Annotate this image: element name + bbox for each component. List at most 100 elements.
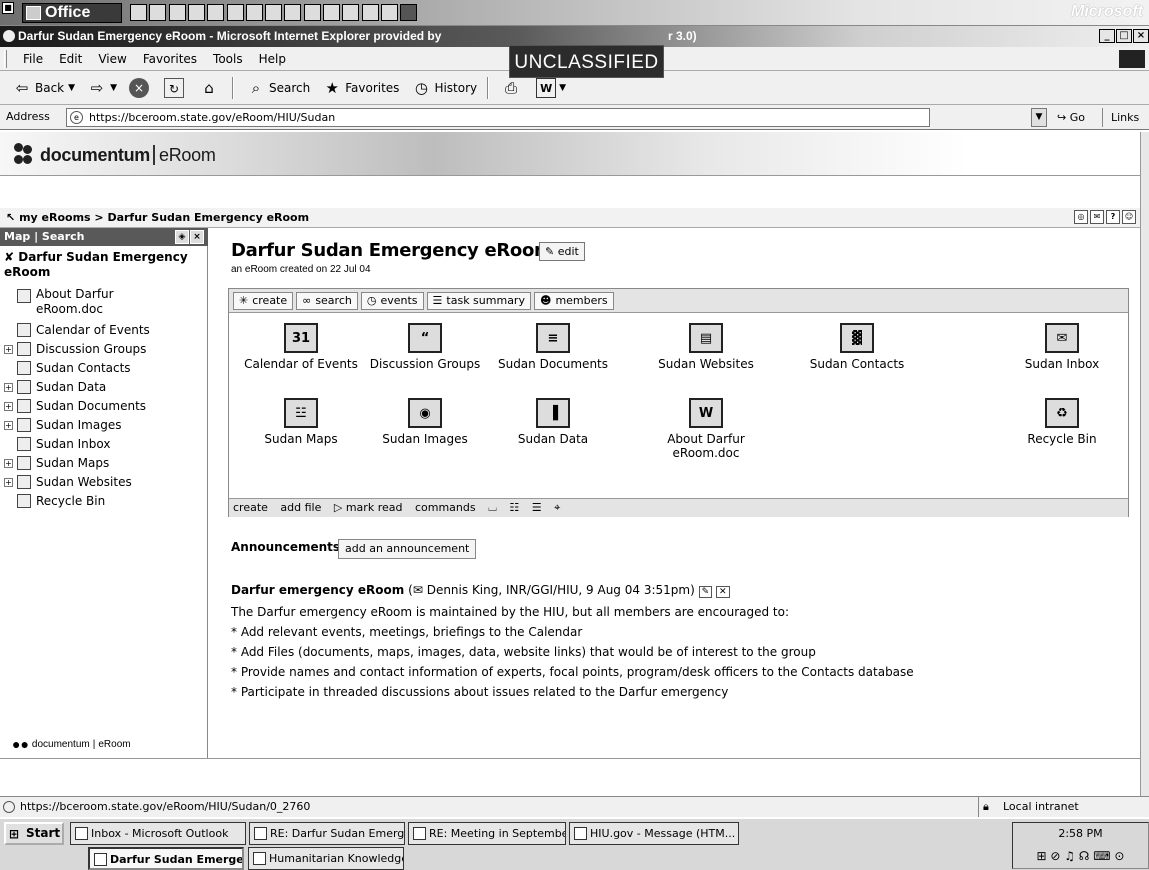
forward-button[interactable]: ⇨ ▼ bbox=[87, 78, 117, 98]
sidebar-item[interactable]: +About Darfur eRoom.doc bbox=[0, 287, 208, 321]
user-icon[interactable]: ☺ bbox=[1122, 210, 1136, 224]
settings-icon[interactable]: ⌖ bbox=[554, 501, 560, 514]
commands-command[interactable]: commands bbox=[415, 501, 476, 514]
menu-help[interactable]: Help bbox=[259, 52, 286, 66]
events-tab[interactable]: ◷ events bbox=[360, 291, 424, 310]
sidebar-item[interactable]: +Sudan Contacts bbox=[0, 359, 208, 378]
calendar-of-eventsicon[interactable]: 31 bbox=[284, 323, 318, 353]
room-item[interactable]: ▤ Sudan Websites bbox=[636, 323, 776, 371]
sidebar-item[interactable]: +Calendar of Events bbox=[0, 321, 208, 340]
expand-icon[interactable]: + bbox=[4, 421, 13, 430]
access-icon[interactable] bbox=[130, 4, 147, 21]
taskbar-button[interactable]: RE: Darfur Sudan Emerge... bbox=[249, 822, 405, 845]
room-item[interactable]: ≡ Sudan Documents bbox=[483, 323, 623, 371]
office-menu-button[interactable]: Office bbox=[22, 3, 122, 23]
sidebar-item[interactable]: + Discussion Groups bbox=[0, 340, 208, 359]
about-darfur-eroom-docicon[interactable]: W bbox=[689, 398, 723, 428]
refresh-button[interactable]: ↻ bbox=[163, 77, 187, 98]
stop-button[interactable]: × bbox=[128, 77, 152, 98]
back-dropdown-icon[interactable]: ▼ bbox=[68, 83, 75, 93]
taskbar-button[interactable]: RE: Meeting in September... bbox=[408, 822, 566, 845]
mail-icon[interactable]: ✉ bbox=[413, 583, 423, 597]
history-button[interactable]: ◷ History bbox=[411, 78, 477, 98]
sidebar-root[interactable]: ✘ Darfur Sudan Emergency eRoom bbox=[4, 250, 204, 280]
task-summary-tab[interactable]: ☰ task summary bbox=[426, 291, 531, 310]
announcement-title[interactable]: Darfur emergency eRoom bbox=[231, 583, 404, 597]
room-item-label[interactable]: About Darfur eRoom.doc bbox=[661, 432, 751, 460]
room-item[interactable]: “ Discussion Groups bbox=[355, 323, 495, 371]
add-announcement-button[interactable]: add an announcement bbox=[338, 539, 477, 559]
minimize-button[interactable]: _ bbox=[1099, 29, 1115, 43]
expand-icon[interactable]: + bbox=[4, 402, 13, 411]
recycle-binicon[interactable]: ♻ bbox=[1045, 398, 1079, 428]
room-item-label[interactable]: Sudan Data bbox=[483, 432, 623, 446]
journal-icon[interactable] bbox=[323, 4, 340, 21]
binder-icon[interactable] bbox=[207, 4, 225, 21]
contact-icon[interactable] bbox=[284, 4, 302, 21]
room-item-label[interactable]: Discussion Groups bbox=[355, 357, 495, 371]
sidebar-item[interactable]: +Sudan Inbox bbox=[0, 435, 208, 454]
go-button[interactable]: ↪ Go bbox=[1057, 111, 1085, 124]
note-icon[interactable] bbox=[342, 4, 360, 21]
word-icon[interactable] bbox=[226, 4, 244, 21]
search-button[interactable]: ⌕ Search bbox=[246, 78, 310, 98]
search-tab[interactable]: ∞ search bbox=[296, 291, 358, 310]
sudan-contactsicon[interactable]: ▓ bbox=[840, 323, 874, 353]
bar-icon[interactable] bbox=[400, 4, 418, 21]
taskbar-button[interactable]: Darfur Sudan Emergen... bbox=[88, 847, 244, 870]
menu-tools[interactable]: Tools bbox=[213, 52, 243, 66]
room-item[interactable]: ▓ Sudan Contacts bbox=[787, 323, 927, 371]
address-input[interactable]: e https://bceroom.state.gov/eRoom/HIU/Sud… bbox=[66, 108, 930, 127]
menu-edit[interactable]: Edit bbox=[59, 52, 82, 66]
sudan-documentsicon[interactable]: ≡ bbox=[536, 323, 570, 353]
back-button[interactable]: ⇦ Back ▼ bbox=[12, 78, 75, 98]
forward-dropdown-icon[interactable]: ▼ bbox=[110, 83, 117, 93]
room-item-label[interactable]: Sudan Images bbox=[355, 432, 495, 446]
edit-dropdown-icon[interactable]: ▼ bbox=[559, 83, 566, 93]
room-item-label[interactable]: Sudan Inbox bbox=[997, 357, 1127, 371]
help-icon[interactable]: ? bbox=[1106, 210, 1120, 224]
room-item-label[interactable]: Sudan Websites bbox=[636, 357, 776, 371]
create-tab[interactable]: ✳ create bbox=[233, 291, 294, 310]
home-button[interactable]: ⌂ bbox=[199, 78, 222, 98]
maximize-button[interactable]: □ bbox=[1116, 29, 1132, 43]
sidebar-tabs[interactable]: Map | Search ◈ × bbox=[0, 228, 208, 246]
room-item[interactable]: ☳ Sudan Maps bbox=[231, 398, 371, 446]
edit-button[interactable]: ✎ edit bbox=[539, 242, 585, 261]
room-item[interactable]: 31 Calendar of Events bbox=[231, 323, 371, 371]
project-icon[interactable] bbox=[380, 4, 398, 21]
menu-view[interactable]: View bbox=[98, 52, 126, 66]
room-item-label[interactable]: Calendar of Events bbox=[231, 357, 371, 371]
view-icon-view[interactable]: ⌴ bbox=[488, 501, 497, 514]
task-icon[interactable] bbox=[245, 4, 263, 21]
menu-file[interactable]: File bbox=[23, 52, 43, 66]
whats-new-icon[interactable]: ◎ bbox=[1074, 210, 1088, 224]
discussion-groupsicon[interactable]: “ bbox=[408, 323, 442, 353]
sidebar-item[interactable]: + Sudan Websites bbox=[0, 473, 208, 492]
links-button[interactable]: Links bbox=[1102, 108, 1139, 127]
calendar-icon[interactable] bbox=[187, 4, 205, 21]
view-list-icon[interactable]: ☷ bbox=[509, 501, 519, 514]
breadcrumb-path[interactable]: my eRooms > Darfur Sudan Emergency eRoom bbox=[19, 211, 309, 224]
sudan-mapsicon[interactable]: ☳ bbox=[284, 398, 318, 428]
print-button[interactable]: ⎙ bbox=[501, 78, 524, 98]
start-button[interactable]: ⊞ Start bbox=[4, 822, 64, 845]
sudan-dataicon[interactable]: ▐ bbox=[536, 398, 570, 428]
taskbar-button[interactable]: Humanitarian Knowledge ... bbox=[248, 847, 404, 870]
sidebar-item[interactable]: + Sudan Maps bbox=[0, 454, 208, 473]
room-item-label[interactable]: Sudan Maps bbox=[231, 432, 371, 446]
outlook-icon[interactable] bbox=[168, 4, 186, 21]
room-item[interactable]: ♻ Recycle Bin bbox=[997, 398, 1127, 446]
sudan-websitesicon[interactable]: ▤ bbox=[689, 323, 723, 353]
sudan-imagesicon[interactable]: ◉ bbox=[408, 398, 442, 428]
members-tab[interactable]: ☻ members bbox=[533, 291, 614, 310]
inbox-tool-icon[interactable]: ✉ bbox=[1090, 210, 1104, 224]
sidebar-item[interactable]: + Sudan Documents bbox=[0, 397, 208, 416]
edit-word-button[interactable]: W ▼ bbox=[536, 77, 566, 98]
add-file-command[interactable]: add file bbox=[280, 501, 321, 514]
close-button[interactable]: × bbox=[1133, 29, 1149, 43]
sidebar-item[interactable]: + Sudan Data bbox=[0, 378, 208, 397]
expand-icon[interactable]: + bbox=[4, 345, 13, 354]
address-dropdown-icon[interactable]: ▼ bbox=[1031, 108, 1047, 127]
taskbar-button[interactable]: HIU.gov - Message (HTM... bbox=[569, 822, 739, 845]
